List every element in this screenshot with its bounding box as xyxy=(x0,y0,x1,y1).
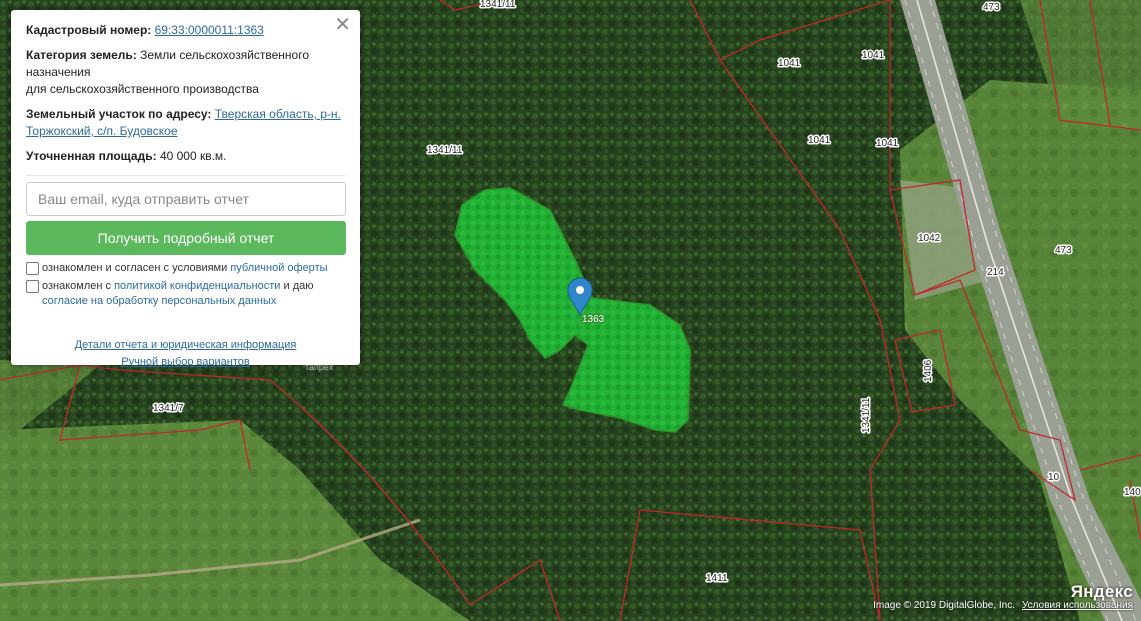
close-icon[interactable]: ✕ xyxy=(334,15,351,35)
parcel-label-selected: 1363 xyxy=(582,314,605,325)
address-label: Земельный участок по адресу: xyxy=(26,107,212,121)
parcel-label: 214 xyxy=(987,267,1004,278)
privacy-consent-checkbox[interactable] xyxy=(26,280,39,293)
parcel-label: 10 xyxy=(1048,472,1060,483)
offer-consent-checkbox[interactable] xyxy=(26,262,39,275)
parcel-label: 473 xyxy=(1055,245,1072,256)
land-category-row: Категория земель: Земли сельскохозяйстве… xyxy=(26,47,345,98)
parcel-label: 1341/7 xyxy=(153,403,184,414)
terms-of-use-link[interactable]: Условия использования xyxy=(1022,600,1133,611)
parcel-label: 1041 xyxy=(876,138,899,149)
parcel-label: 1341/11 xyxy=(861,397,872,433)
area-value: 40 000 кв.м. xyxy=(159,149,227,163)
cadastral-number-label: Кадастровый номер: xyxy=(26,23,152,37)
parcel-label: 1341/11 xyxy=(480,0,516,10)
address-row: Земельный участок по адресу: Тверская об… xyxy=(26,106,345,140)
parcel-label: 1042 xyxy=(918,233,941,244)
parcel-label: 1406 xyxy=(923,359,934,382)
cadastral-number-link[interactable]: 69:33:0000011:1363 xyxy=(155,23,264,37)
cadastral-number-row: Кадастровый номер: 69:33:0000011:1363 xyxy=(26,22,345,39)
report-details-link[interactable]: Детали отчета и юридическая информация xyxy=(75,339,297,351)
divider xyxy=(26,175,345,176)
privacy-policy-link[interactable]: политикой конфиденциальности xyxy=(114,280,280,292)
popup-footer-links: Детали отчета и юридическая информация Р… xyxy=(26,337,345,371)
email-input[interactable] xyxy=(26,182,346,216)
offer-consent-text: ознакомлен и согласен с условиями xyxy=(42,262,228,274)
land-category-label: Категория земель: xyxy=(26,48,137,62)
area-label: Уточненная площадь: xyxy=(26,149,157,163)
area-row: Уточненная площадь: 40 000 кв.м. xyxy=(26,148,345,165)
manual-selection-link[interactable]: Ручной выбор вариантов xyxy=(121,356,249,368)
imagery-credit: Image © 2019 DigitalGlobe, Inc. xyxy=(873,600,1015,611)
yandex-logo[interactable]: Яндекс xyxy=(1071,582,1133,602)
map-attribution: Image © 2019 DigitalGlobe, Inc. Условия … xyxy=(873,600,1133,611)
personal-data-consent-link[interactable]: согласие на обработку персональных данны… xyxy=(42,295,276,307)
parcel-label: 1041 xyxy=(778,58,801,69)
land-category-purpose: для сельскохозяйственного производства xyxy=(26,82,259,96)
parcel-label: 140 xyxy=(1124,487,1141,498)
privacy-consent-mid-text: и даю xyxy=(283,280,314,292)
parcel-label: 1041 xyxy=(808,135,831,146)
offer-consent-checkbox-row[interactable]: ознакомлен и согласен с условиями публич… xyxy=(26,261,345,276)
privacy-consent-checkbox-row[interactable]: ознакомлен с политикой конфиденциальност… xyxy=(26,279,345,309)
parcel-label: 473 xyxy=(983,2,1000,13)
privacy-consent-text: ознакомлен с xyxy=(42,280,112,292)
get-report-button[interactable]: Получить подробный отчет xyxy=(26,221,346,255)
public-offer-link[interactable]: публичной оферты xyxy=(230,262,327,274)
parcel-label: 1411 xyxy=(706,573,728,584)
parcel-info-popup: ✕ Кадастровый номер: 69:33:0000011:1363 … xyxy=(11,10,360,368)
parcel-label: 1341/11 xyxy=(427,145,463,156)
parcel-label: 1041 xyxy=(862,50,885,61)
